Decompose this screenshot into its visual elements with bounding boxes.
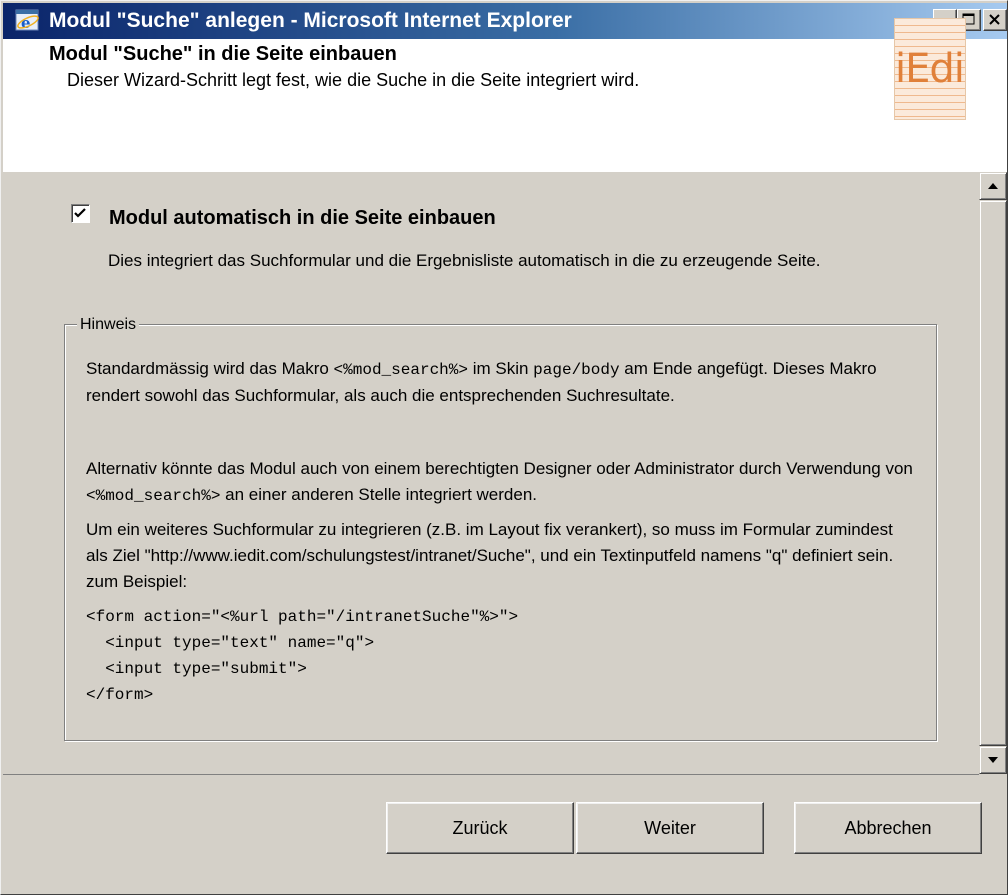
code-line: <input type="text" name="q"> <box>86 634 375 652</box>
title-bar[interactable]: e Modul "Suche" anlegen - Microsoft Inte… <box>3 3 1007 39</box>
close-icon <box>989 14 1000 25</box>
window-title: Modul "Suche" anlegen - Microsoft Intern… <box>49 9 572 32</box>
wizard-window: e Modul "Suche" anlegen - Microsoft Inte… <box>0 0 1008 895</box>
close-button[interactable] <box>983 9 1007 31</box>
maximize-icon <box>963 14 974 16</box>
internet-explorer-icon: e <box>15 7 41 33</box>
hint-legend: Hinweis <box>77 316 140 334</box>
back-button[interactable]: Zurück <box>386 802 574 854</box>
text: Standardmässig wird das Makro <box>86 359 334 378</box>
scroll-up-button[interactable] <box>979 172 1007 200</box>
checkmark-icon <box>74 208 86 218</box>
scroll-down-button[interactable] <box>979 746 1007 774</box>
step-subtitle: Dieser Wizard-Schritt legt fest, wie die… <box>67 70 640 90</box>
iedit-logo: iEdit <box>894 18 966 120</box>
vertical-scrollbar[interactable] <box>979 172 1007 774</box>
code-line: <input type="submit"> <box>86 660 307 678</box>
step-title: Modul "Suche" in die Seite einbauen <box>49 43 397 65</box>
text: Alternativ könnte das Modul auch von ein… <box>86 459 913 478</box>
hint-paragraph-3: Um ein weiteres Suchformular zu integrie… <box>86 520 894 591</box>
code-line: <form action="<%url path="/intranetSuche… <box>86 608 519 626</box>
macro-code: <%mod_search%> <box>86 487 221 505</box>
logo-text: iEdit <box>895 46 965 92</box>
macro-code: <%mod_search%> <box>333 361 468 379</box>
scrollbar-thumb[interactable] <box>979 200 1007 746</box>
arrow-up-icon <box>988 183 998 189</box>
hint-paragraph-2: Alternativ könnte das Modul auch von ein… <box>86 456 916 509</box>
auto-embed-checkbox[interactable] <box>71 204 90 223</box>
code-line: </form> <box>86 686 154 704</box>
auto-embed-label[interactable]: Modul automatisch in die Seite einbauen <box>109 207 496 230</box>
arrow-down-icon <box>988 757 998 763</box>
skin-code: page/body <box>533 361 620 379</box>
text: an einer anderen Stelle integriert werde… <box>220 485 538 504</box>
cancel-button[interactable]: Abbrechen <box>794 802 982 854</box>
auto-embed-description: Dies integriert das Suchformular und die… <box>108 251 821 270</box>
next-button[interactable]: Weiter <box>576 802 764 854</box>
hint-paragraph-1: Standardmässig wird das Makro <%mod_sear… <box>86 356 916 409</box>
text: im Skin <box>467 359 534 378</box>
